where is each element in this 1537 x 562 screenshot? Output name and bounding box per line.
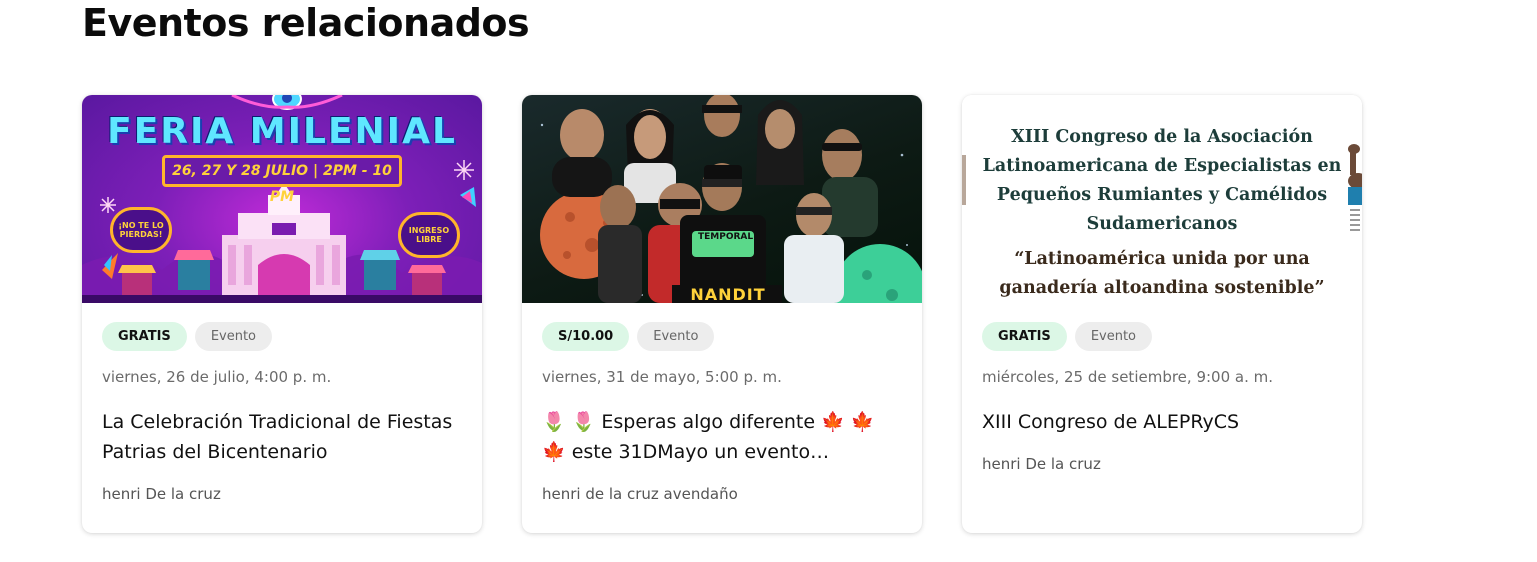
banner-decoration xyxy=(540,95,922,303)
shirt-print: TEMPORAL xyxy=(698,232,754,242)
event-banner-image[interactable]: FERIA MILENIAL 26, 27 Y 28 JULIO | 2PM -… xyxy=(82,95,482,303)
banner-title: FERIA MILENIAL xyxy=(107,111,457,152)
banner-heading: XIII Congreso de la Asociación Latinoame… xyxy=(982,127,1342,234)
event-title[interactable]: XIII Congreso de ALEPRyCS xyxy=(982,407,1344,437)
event-banner-image[interactable]: TEMPORAL NANDIT xyxy=(522,95,922,303)
price-badge: S/10.00 xyxy=(542,322,630,351)
type-badge: Evento xyxy=(637,322,715,351)
event-title[interactable]: 🌷 🌷 Esperas algo diferente 🍁 🍁 🍁 este 31… xyxy=(542,407,904,467)
banner-pill-right: INGRESO LIBRE xyxy=(398,212,460,258)
banner-pill-left: ¡NO TE LO PIERDAS! xyxy=(110,207,172,253)
event-date: miércoles, 25 de setiembre, 9:00 a. m. xyxy=(982,368,1274,386)
event-card[interactable]: XIII Congreso de la Asociación Latinoame… xyxy=(962,95,1362,533)
banner-dates: 26, 27 Y 28 JULIO | 2PM - 10 PM xyxy=(162,155,402,205)
type-badge: Evento xyxy=(194,322,273,351)
event-organizer: henri de la cruz avendaño xyxy=(542,485,738,503)
badge-row: S/10.00 Evento xyxy=(542,322,715,351)
section-title: Eventos relacionados xyxy=(82,1,530,45)
badge-row: GRATIS Evento xyxy=(982,322,1153,351)
event-organizer: henri De la cruz xyxy=(102,485,221,503)
event-date: viernes, 31 de mayo, 5:00 p. m. xyxy=(542,368,782,386)
event-card[interactable]: TEMPORAL NANDIT S/10.00 Evento viernes, … xyxy=(522,95,922,533)
event-title[interactable]: La Celebración Tradicional de Fiestas Pa… xyxy=(102,407,464,467)
event-card[interactable]: FERIA MILENIAL 26, 27 Y 28 JULIO | 2PM -… xyxy=(82,95,482,533)
price-badge: GRATIS xyxy=(102,322,187,351)
price-badge: GRATIS xyxy=(982,322,1067,351)
type-badge: Evento xyxy=(1074,322,1153,351)
event-banner-image[interactable]: XIII Congreso de la Asociación Latinoame… xyxy=(962,95,1362,303)
banner-caption: NANDIT xyxy=(690,285,766,303)
banner-slogan: “Latinoamérica unida por una ganadería a… xyxy=(999,249,1325,298)
event-organizer: henri De la cruz xyxy=(982,455,1101,473)
event-date: viernes, 26 de julio, 4:00 p. m. xyxy=(102,368,332,386)
badge-row: GRATIS Evento xyxy=(102,322,273,351)
